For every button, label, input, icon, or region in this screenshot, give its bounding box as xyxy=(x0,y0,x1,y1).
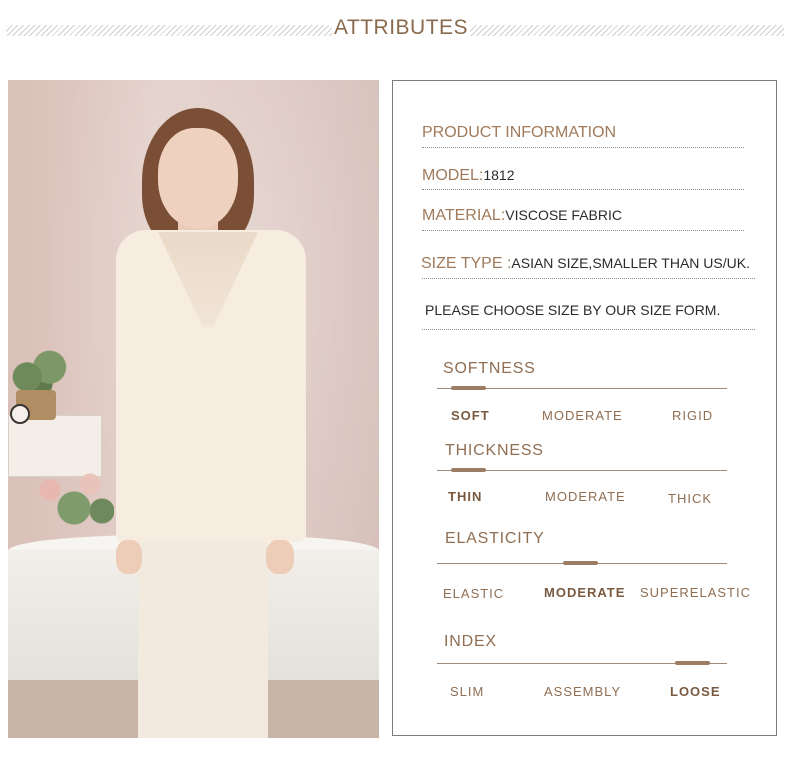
elasticity-option-elastic: ELASTIC xyxy=(443,586,505,601)
softness-option-soft: SOFT xyxy=(451,408,490,423)
softness-marker xyxy=(451,386,486,390)
thickness-marker xyxy=(451,468,486,472)
size-note: PLEASE CHOOSE SIZE BY OUR SIZE FORM. xyxy=(425,302,721,318)
elasticity-option-superelastic: SUPERELASTIC xyxy=(640,585,751,600)
index-marker xyxy=(675,661,710,665)
product-info-panel: PRODUCT INFORMATION MODEL:1812 MATERIAL:… xyxy=(392,80,777,736)
header-title: ATTRIBUTES xyxy=(333,16,469,39)
clock-icon xyxy=(10,404,30,424)
header-divider-right xyxy=(470,25,784,36)
material-row: MATERIAL:VISCOSE FABRIC xyxy=(422,207,622,225)
thickness-title: THICKNESS xyxy=(445,442,544,459)
material-label: MATERIAL: xyxy=(422,207,506,224)
size-type-row: SIZE TYPE :ASIAN SIZE,SMALLER THAN US/UK… xyxy=(421,255,750,273)
index-option-assembly: ASSEMBLY xyxy=(544,684,622,699)
softness-option-rigid: RIGID xyxy=(672,408,714,423)
size-type-value: ASIAN SIZE,SMALLER THAN US/UK. xyxy=(511,255,750,271)
potted-plant xyxy=(8,348,72,396)
flower-bouquet xyxy=(34,472,114,532)
nightstand xyxy=(8,415,102,477)
index-option-slim: SLIM xyxy=(450,684,485,699)
model-value: 1812 xyxy=(483,167,515,183)
model-row: MODEL:1812 xyxy=(422,167,515,185)
model-label: MODEL: xyxy=(422,167,484,184)
material-value: VISCOSE FABRIC xyxy=(505,207,622,223)
softness-option-moderate: MODERATE xyxy=(542,408,623,423)
elasticity-marker xyxy=(563,561,598,565)
header-divider-left xyxy=(6,25,332,36)
elasticity-title: ELASTICITY xyxy=(445,530,545,547)
size-type-label: SIZE TYPE : xyxy=(421,255,512,272)
product-info-heading: PRODUCT INFORMATION xyxy=(422,124,617,141)
softness-title: SOFTNESS xyxy=(443,360,536,377)
thickness-option-thick: THICK xyxy=(668,491,712,506)
pajama-pants xyxy=(138,535,268,738)
index-option-loose: LOOSE xyxy=(670,684,721,699)
index-title: INDEX xyxy=(444,633,497,650)
section-header: ATTRIBUTES xyxy=(0,14,790,46)
thickness-option-moderate: MODERATE xyxy=(545,489,626,504)
thickness-option-thin: THIN xyxy=(448,489,483,504)
product-photo xyxy=(8,80,379,738)
model-face xyxy=(158,128,238,228)
elasticity-option-moderate: MODERATE xyxy=(544,585,626,600)
